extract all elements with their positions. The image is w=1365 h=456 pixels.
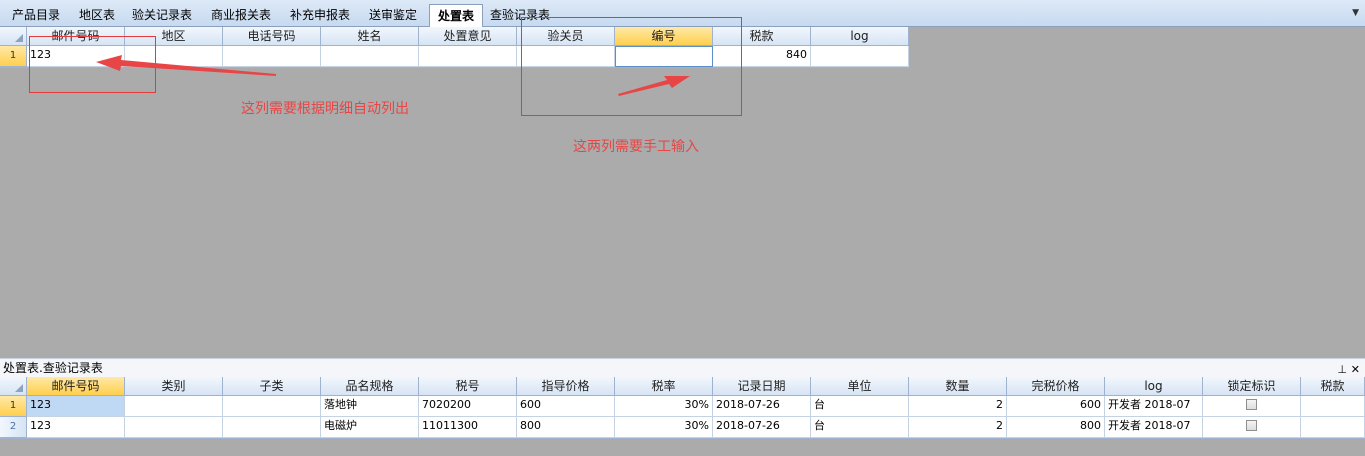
column-header[interactable]: 完税价格 xyxy=(1007,377,1105,396)
select-all-corner[interactable] xyxy=(0,377,27,396)
panel-title: 处置表.查验记录表 xyxy=(3,361,103,375)
tax-rate-cell[interactable]: 30% xyxy=(615,396,713,417)
arrow-icon xyxy=(618,76,690,96)
check-record-grid: 邮件号码 类别 子类 品名规格 税号 指导价格 税率 记录日期 单位 数量 完税… xyxy=(0,377,1365,439)
column-header[interactable]: 税号 xyxy=(419,377,517,396)
quantity-cell[interactable]: 2 xyxy=(909,417,1007,438)
column-header-selected[interactable]: 邮件号码 xyxy=(27,377,125,396)
row-header[interactable]: 1 xyxy=(0,396,27,417)
log-cell[interactable]: 开发者 2018-07 xyxy=(1105,417,1203,438)
quantity-cell[interactable]: 2 xyxy=(909,396,1007,417)
column-header[interactable]: 单位 xyxy=(811,377,909,396)
column-header[interactable]: 税率 xyxy=(615,377,713,396)
guide-price-cell[interactable]: 600 xyxy=(517,396,615,417)
subcategory-cell[interactable] xyxy=(223,396,321,417)
unit-cell[interactable]: 台 xyxy=(811,396,909,417)
tax-number-cell[interactable]: 11011300 xyxy=(419,417,517,438)
mail-number-cell[interactable]: 123 xyxy=(27,396,125,417)
column-header[interactable]: 品名规格 xyxy=(321,377,419,396)
lock-checkbox[interactable] xyxy=(1246,398,1257,410)
lock-checkbox[interactable] xyxy=(1246,419,1257,431)
tax-rate-cell[interactable]: 30% xyxy=(615,417,713,438)
tax-cell[interactable] xyxy=(1301,396,1365,417)
column-header[interactable]: 类别 xyxy=(125,377,223,396)
record-date-cell[interactable]: 2018-07-26 xyxy=(713,396,811,417)
row-header[interactable]: 2 xyxy=(0,417,27,438)
lock-flag-cell xyxy=(1203,396,1301,417)
tax-number-cell[interactable]: 7020200 xyxy=(419,396,517,417)
duty-paid-price-cell[interactable]: 800 xyxy=(1007,417,1105,438)
mail-number-cell[interactable]: 123 xyxy=(27,417,125,438)
table-row: 1 123 落地钟 7020200 600 30% 2018-07-26 台 2… xyxy=(0,396,1365,417)
column-header[interactable]: 锁定标识 xyxy=(1203,377,1301,396)
category-cell[interactable] xyxy=(125,417,223,438)
unit-cell[interactable]: 台 xyxy=(811,417,909,438)
column-header[interactable]: 子类 xyxy=(223,377,321,396)
subcategory-cell[interactable] xyxy=(223,417,321,438)
guide-price-cell[interactable]: 800 xyxy=(517,417,615,438)
log-cell[interactable]: 开发者 2018-07 xyxy=(1105,396,1203,417)
duty-paid-price-cell[interactable]: 600 xyxy=(1007,396,1105,417)
annotation-note-left: 这列需要根据明细自动列出 xyxy=(241,101,409,117)
annotation-note-right: 这两列需要手工输入 xyxy=(573,139,699,155)
column-header[interactable]: 数量 xyxy=(909,377,1007,396)
column-header[interactable]: log xyxy=(1105,377,1203,396)
category-cell[interactable] xyxy=(125,396,223,417)
product-spec-cell[interactable]: 电磁炉 xyxy=(321,417,419,438)
product-spec-cell[interactable]: 落地钟 xyxy=(321,396,419,417)
column-header[interactable]: 指导价格 xyxy=(517,377,615,396)
column-header[interactable]: 税款 xyxy=(1301,377,1365,396)
arrow-icon xyxy=(96,55,276,76)
tax-cell[interactable] xyxy=(1301,417,1365,438)
lock-flag-cell xyxy=(1203,417,1301,438)
record-date-cell[interactable]: 2018-07-26 xyxy=(713,417,811,438)
table-row: 2 123 电磁炉 11011300 800 30% 2018-07-26 台 … xyxy=(0,417,1365,438)
column-header[interactable]: 记录日期 xyxy=(713,377,811,396)
detail-panel-caption: 处置表.查验记录表 ⊥ ✕ xyxy=(0,358,1365,377)
